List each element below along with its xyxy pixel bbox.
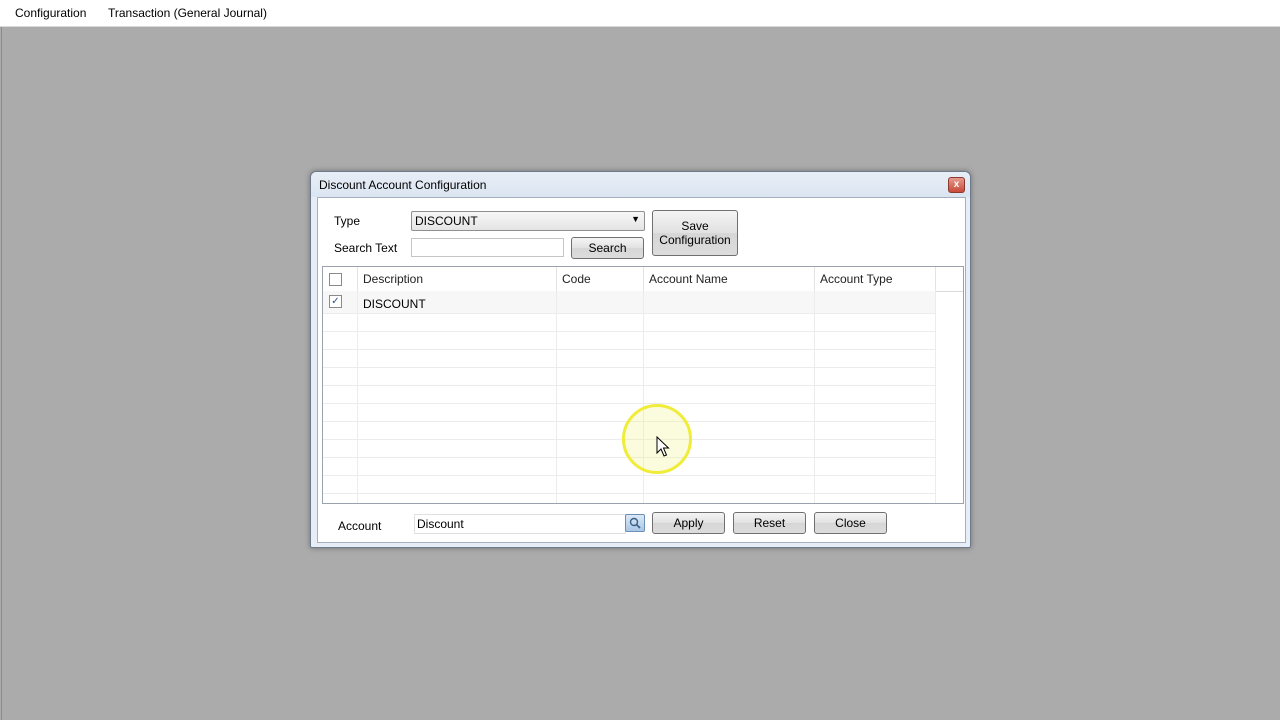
grid-divider — [935, 291, 936, 503]
grid-divider — [814, 291, 815, 503]
grid-header-description[interactable]: Description — [358, 267, 557, 291]
account-lookup-button[interactable] — [625, 514, 645, 532]
grid-divider — [357, 291, 358, 503]
grid-header-select — [323, 267, 358, 291]
dialog-client-area: Type DISCOUNT ▼ Search Text Search Save … — [317, 197, 966, 543]
dialog-close-icon[interactable]: x — [948, 177, 965, 193]
search-text-input[interactable] — [411, 238, 564, 257]
grid-divider — [323, 313, 935, 314]
row-checkbox[interactable]: ✓ — [329, 295, 342, 308]
column-description-label: Description — [363, 272, 424, 286]
account-field-value: Discount — [417, 517, 464, 531]
discount-account-configuration-dialog: Discount Account Configuration x Type DI… — [310, 171, 971, 548]
type-dropdown[interactable]: DISCOUNT ▼ — [411, 211, 645, 231]
save-configuration-button[interactable]: Save Configuration — [652, 210, 738, 256]
type-label: Type — [334, 214, 361, 228]
save-button-line2: Configuration — [659, 233, 731, 247]
grid-divider — [556, 291, 557, 503]
grid-divider — [323, 367, 935, 368]
search-button[interactable]: Search — [571, 237, 644, 259]
grid-divider — [323, 403, 935, 404]
dialog-title: Discount Account Configuration — [319, 178, 487, 192]
grid-divider — [323, 331, 935, 332]
menu-transaction-general-journal[interactable]: Transaction (General Journal) — [108, 6, 267, 20]
grid-header-account-type[interactable]: Account Type — [815, 267, 936, 291]
menu-configuration[interactable]: Configuration — [15, 6, 86, 20]
reset-button-label: Reset — [753, 516, 786, 530]
grid-header-code[interactable]: Code — [557, 267, 644, 291]
apply-button-label: Apply — [673, 516, 704, 530]
search-button-label: Search — [588, 241, 627, 255]
save-button-line1: Save — [681, 219, 709, 233]
type-dropdown-value: DISCOUNT — [415, 214, 478, 228]
grid-divider — [323, 475, 935, 476]
search-text-label: Search Text — [334, 241, 398, 255]
account-field[interactable]: Discount — [414, 514, 626, 534]
account-label: Account — [338, 519, 382, 533]
grid-divider — [323, 349, 935, 350]
row-description: DISCOUNT — [363, 297, 426, 311]
grid-divider — [323, 385, 935, 386]
column-code-label: Code — [562, 272, 591, 286]
column-account-name-label: Account Name — [649, 272, 728, 286]
apply-button[interactable]: Apply — [652, 512, 725, 534]
column-account-type-label: Account Type — [820, 272, 893, 286]
magnifier-icon — [629, 517, 641, 529]
grid-divider — [323, 493, 935, 494]
grid-header-account-name[interactable]: Account Name — [644, 267, 815, 291]
dialog-titlebar[interactable]: Discount Account Configuration x — [311, 172, 970, 197]
menu-bar: Configuration Transaction (General Journ… — [0, 0, 1280, 27]
select-all-checkbox[interactable] — [329, 273, 342, 286]
reset-button[interactable]: Reset — [733, 512, 806, 534]
close-button[interactable]: Close — [814, 512, 887, 534]
close-button-label: Close — [835, 516, 866, 530]
mouse-pointer-icon — [656, 436, 670, 457]
chevron-down-icon: ▼ — [631, 214, 640, 224]
